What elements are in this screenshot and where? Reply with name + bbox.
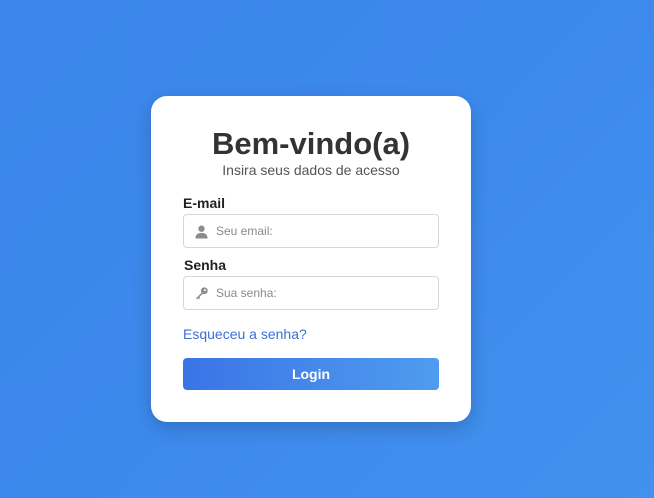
email-label: E-mail (183, 195, 226, 211)
password-field[interactable] (183, 276, 439, 310)
forgot-password-link[interactable]: Esqueceu a senha? (183, 326, 307, 342)
login-card: Bem-vindo(a) Insira seus dados de acesso… (151, 96, 471, 422)
email-field[interactable] (183, 214, 439, 248)
password-input[interactable] (216, 277, 431, 309)
login-button[interactable]: Login (183, 358, 439, 390)
user-icon (195, 225, 208, 239)
password-label: Senha (184, 257, 227, 273)
email-input[interactable] (216, 215, 431, 247)
page-title: Bem-vindo(a) (211, 126, 411, 161)
key-icon (196, 287, 208, 300)
page-subtitle: Insira seus dados de acesso (222, 162, 400, 178)
